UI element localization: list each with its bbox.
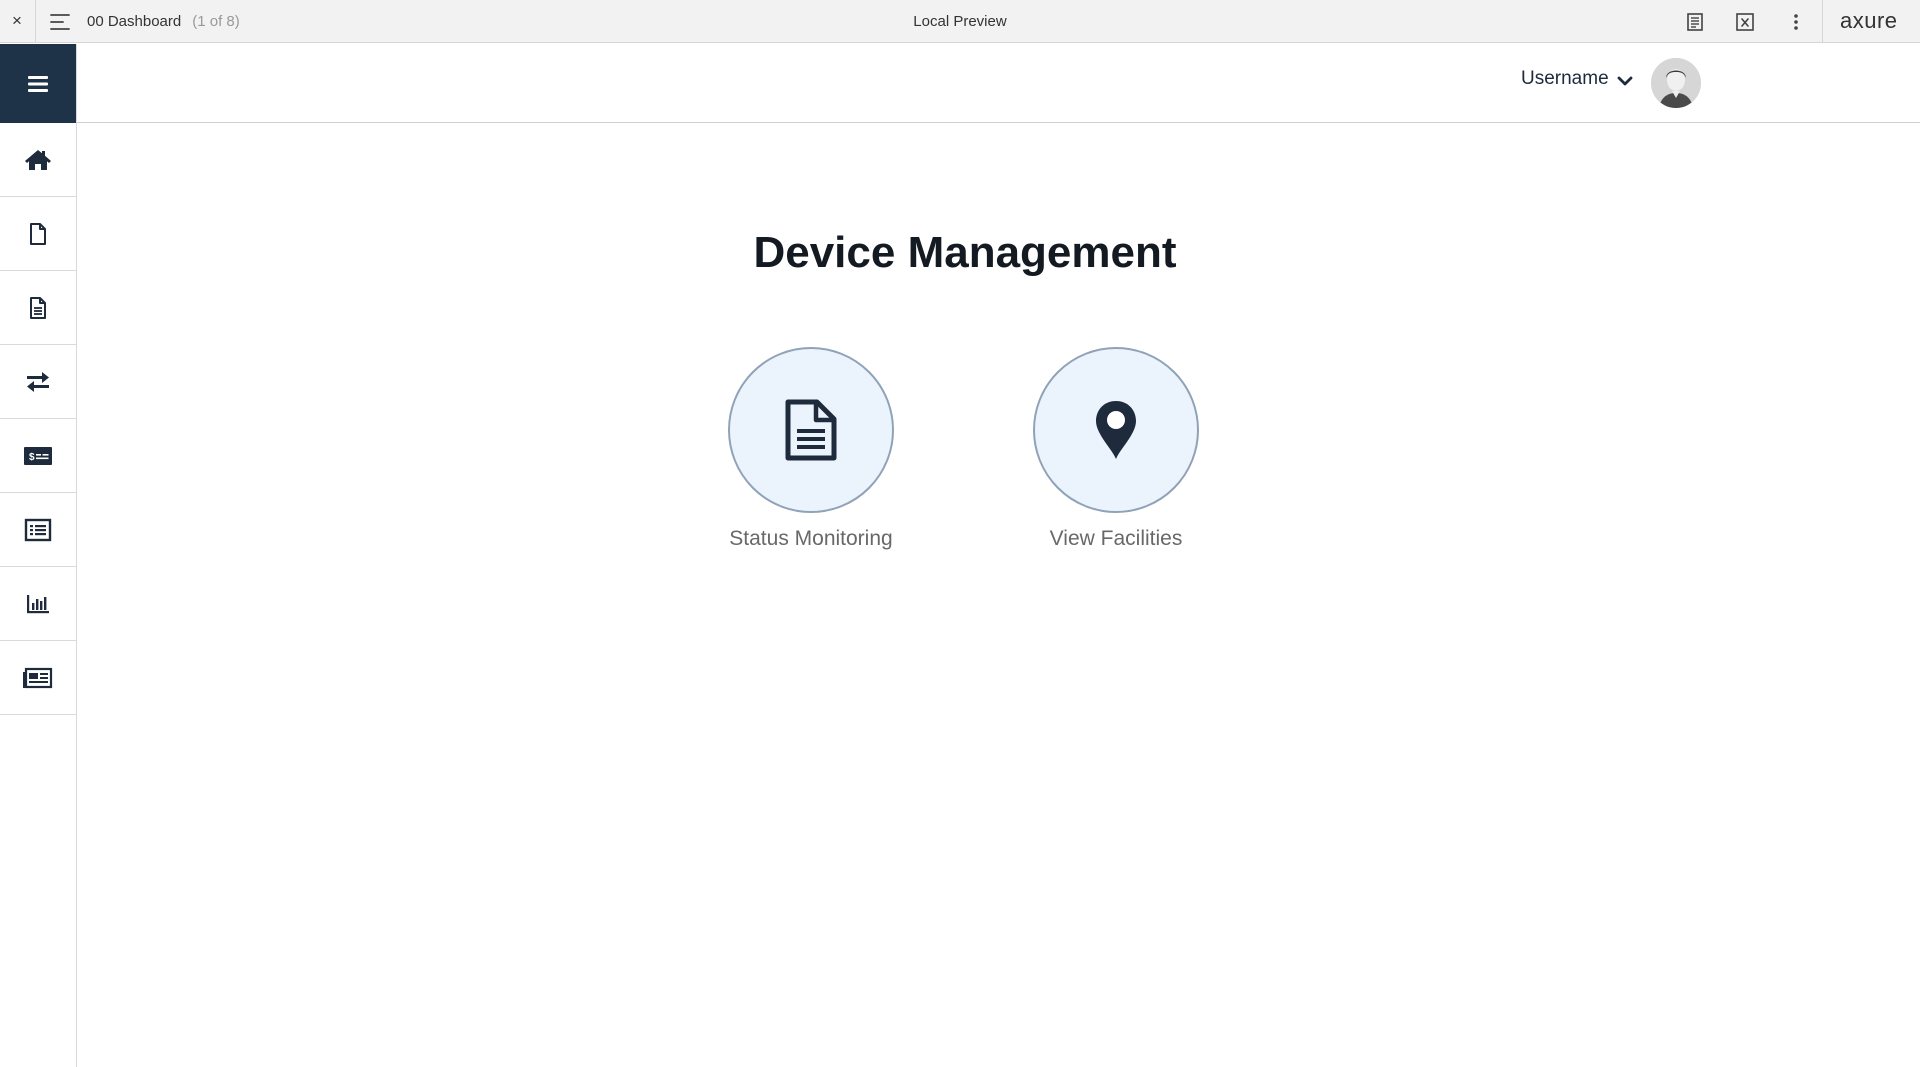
toolbar-divider — [35, 0, 36, 43]
tile-label: View Facilities — [1049, 527, 1183, 550]
axure-logo: axure — [1840, 8, 1898, 33]
notes-icon[interactable] — [1683, 10, 1707, 34]
list-icon — [24, 518, 52, 541]
view-facilities-tile[interactable]: View Facilities — [1016, 347, 1216, 551]
money-card-icon: $ — [24, 446, 52, 465]
chevron-down-icon — [1617, 76, 1633, 85]
map-pin-icon — [1096, 401, 1136, 459]
sidebar-item-billing[interactable]: $ — [0, 419, 76, 493]
newspaper-icon — [23, 667, 53, 688]
tile-label: Status Monitoring — [729, 527, 893, 550]
menu-toggle-button[interactable] — [0, 44, 76, 123]
variables-icon[interactable] — [1733, 10, 1757, 34]
page-title: Device Management — [753, 228, 1177, 277]
toolbar-divider — [1822, 0, 1823, 43]
sidebar-item-list[interactable] — [0, 493, 76, 567]
sidebar-item-statistics[interactable] — [0, 567, 76, 641]
exchange-icon — [27, 371, 49, 392]
svg-text:$: $ — [29, 452, 35, 463]
preview-toolbar: × 00 Dashboard (1 of 8) Local Preview axu… — [0, 0, 1920, 43]
home-icon — [25, 149, 51, 170]
user-menu[interactable]: Username — [1521, 68, 1633, 90]
sidebar: $ — [0, 44, 77, 1067]
more-vertical-icon[interactable] — [1784, 10, 1808, 34]
page-name: 00 Dashboard — [87, 13, 182, 30]
current-page-label[interactable]: 00 Dashboard (1 of 8) — [87, 13, 240, 30]
bar-chart-icon — [27, 594, 49, 613]
document-icon — [785, 399, 837, 461]
sidebar-item-home[interactable] — [0, 123, 76, 197]
username-label: Username — [1521, 68, 1609, 89]
avatar[interactable] — [1651, 58, 1701, 108]
app-header: Username — [77, 44, 1920, 123]
hamburger-icon — [28, 75, 48, 92]
sidebar-item-news[interactable] — [0, 641, 76, 715]
file-text-icon — [30, 296, 46, 319]
view-facilities-circle[interactable] — [1033, 347, 1199, 513]
status-monitoring-circle[interactable] — [728, 347, 894, 513]
preview-title: Local Preview — [913, 13, 1007, 30]
page-count: (1 of 8) — [192, 13, 240, 30]
pages-menu-icon[interactable] — [48, 11, 72, 33]
sidebar-item-report[interactable] — [0, 271, 76, 345]
user-avatar-icon — [1651, 58, 1701, 108]
status-monitoring-tile[interactable]: Status Monitoring — [711, 347, 911, 551]
close-button[interactable]: × — [6, 9, 28, 33]
sidebar-item-transfer[interactable] — [0, 345, 76, 419]
